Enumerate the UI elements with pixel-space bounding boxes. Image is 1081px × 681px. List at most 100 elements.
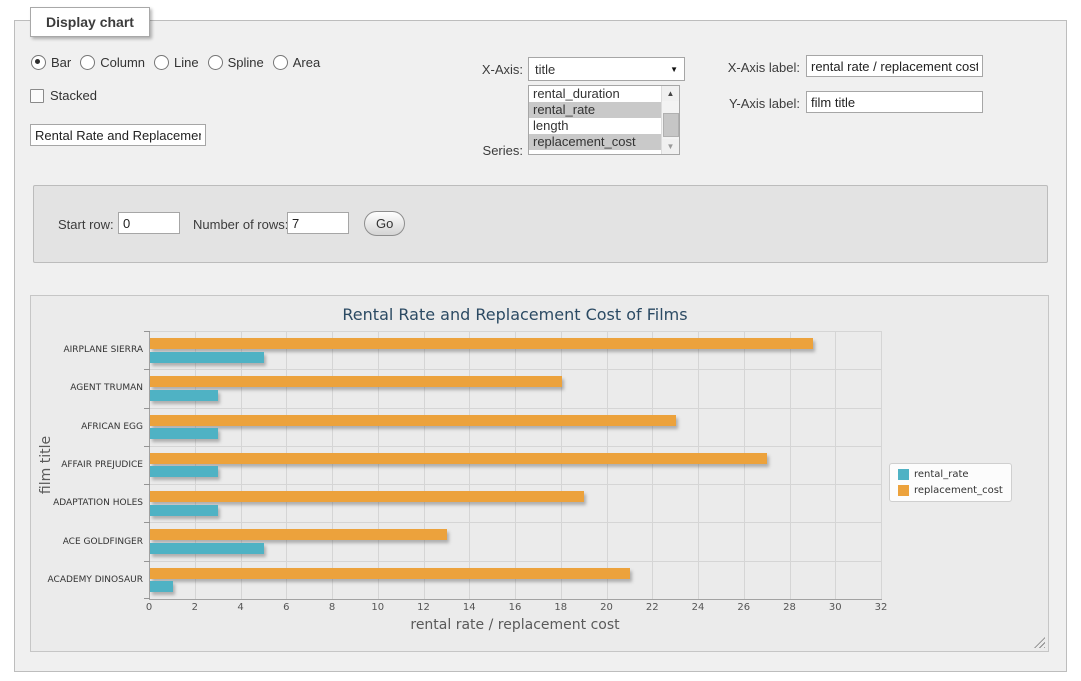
chart-title: Rental Rate and Replacement Cost of Film…	[149, 305, 881, 324]
radio-icon	[154, 55, 169, 70]
gridline	[150, 446, 882, 447]
chart-type-option-line[interactable]: Line	[154, 55, 199, 70]
x-tick-label: 18	[536, 602, 586, 613]
x-tick-label: 32	[856, 602, 906, 613]
legend-swatch	[898, 485, 909, 496]
axis-tick	[144, 446, 150, 447]
chart-type-option-column[interactable]: Column	[80, 55, 145, 70]
chart-container: Rental Rate and Replacement Cost of Film…	[30, 295, 1049, 652]
x-tick-label: 4	[216, 602, 266, 613]
radio-icon	[208, 55, 223, 70]
radio-icon	[31, 55, 46, 70]
y-axis-title-wrap: film title	[33, 331, 59, 599]
bar-replacement_cost[interactable]	[150, 453, 767, 464]
gridline	[150, 369, 882, 370]
bar-rental_rate[interactable]	[150, 543, 264, 554]
num-rows-input[interactable]	[287, 212, 349, 234]
chart-type-label: Area	[293, 55, 320, 70]
scroll-up-icon[interactable]: ▲	[662, 86, 679, 101]
radio-icon	[273, 55, 288, 70]
gridline	[515, 331, 516, 599]
gridline	[469, 331, 470, 599]
chart-type-option-bar[interactable]: Bar	[31, 55, 71, 70]
num-rows-label: Number of rows:	[193, 217, 288, 232]
scroll-down-icon[interactable]: ▼	[662, 139, 679, 154]
chart-title-input[interactable]	[30, 124, 206, 146]
bar-rental_rate[interactable]	[150, 466, 218, 477]
chart-type-label: Line	[174, 55, 199, 70]
stacked-checkbox[interactable]	[30, 89, 44, 103]
chart-type-option-spline[interactable]: Spline	[208, 55, 264, 70]
y-axis-label-input[interactable]	[806, 91, 983, 113]
axis-tick	[144, 331, 150, 332]
bar-rental_rate[interactable]	[150, 390, 218, 401]
gridline	[698, 331, 699, 599]
x-tick-label: 28	[765, 602, 815, 613]
gridline	[332, 331, 333, 599]
gridline	[744, 331, 745, 599]
chart-type-label: Spline	[228, 55, 264, 70]
start-row-input[interactable]	[118, 212, 180, 234]
axis-tick	[144, 484, 150, 485]
gridline	[607, 331, 608, 599]
gridline	[835, 331, 836, 599]
axis-tick	[144, 408, 150, 409]
bar-replacement_cost[interactable]	[150, 376, 562, 387]
x-tick-label: 6	[261, 602, 311, 613]
bar-rental_rate[interactable]	[150, 428, 218, 439]
axis-tick	[144, 522, 150, 523]
x-tick-label: 24	[673, 602, 723, 613]
legend-item-replacement_cost[interactable]: replacement_cost	[898, 485, 1003, 496]
chevron-down-icon: ▼	[670, 65, 678, 74]
x-axis-select[interactable]: title ▼	[528, 57, 685, 81]
series-option[interactable]: rental_rate	[529, 102, 662, 118]
bar-rental_rate[interactable]	[150, 352, 264, 363]
x-tick-label: 20	[582, 602, 632, 613]
gridline	[150, 522, 882, 523]
axis-tick	[144, 561, 150, 562]
bar-rental_rate[interactable]	[150, 581, 173, 592]
bar-replacement_cost[interactable]	[150, 529, 447, 540]
plot-area	[149, 331, 882, 600]
axis-tick	[144, 369, 150, 370]
gridline	[790, 331, 791, 599]
scrollbar-thumb[interactable]	[663, 113, 679, 137]
gridline	[150, 561, 882, 562]
chart-legend: rental_rate replacement_cost	[889, 463, 1012, 502]
listbox-scrollbar[interactable]: ▲ ▼	[661, 86, 679, 154]
x-tick-label: 10	[353, 602, 403, 613]
legend-item-rental_rate[interactable]: rental_rate	[898, 469, 1003, 480]
bar-replacement_cost[interactable]	[150, 491, 584, 502]
x-tick-label: 26	[719, 602, 769, 613]
x-axis-select-label: X-Axis:	[440, 62, 523, 77]
series-listbox[interactable]: rental_durationrental_ratelengthreplacem…	[528, 85, 680, 155]
bar-replacement_cost[interactable]	[150, 338, 813, 349]
gridline	[286, 331, 287, 599]
resize-handle-icon[interactable]	[1034, 637, 1045, 648]
series-option[interactable]: rental_duration	[529, 86, 662, 102]
gridline	[241, 331, 242, 599]
bar-rental_rate[interactable]	[150, 505, 218, 516]
x-tick-label: 2	[170, 602, 220, 613]
chart-type-option-area[interactable]: Area	[273, 55, 320, 70]
stacked-row: Stacked	[30, 88, 97, 103]
x-tick-label: 0	[124, 602, 174, 613]
y-axis-label-caption: Y-Axis label:	[714, 96, 800, 111]
go-button[interactable]: Go	[364, 211, 405, 236]
x-tick-label: 16	[490, 602, 540, 613]
bar-replacement_cost[interactable]	[150, 568, 630, 579]
legend-label: replacement_cost	[914, 485, 1003, 496]
bar-replacement_cost[interactable]	[150, 415, 676, 426]
legend-label: rental_rate	[914, 469, 969, 480]
stacked-label: Stacked	[50, 88, 97, 103]
y-axis-title: film title	[38, 436, 54, 494]
x-tick-label: 12	[399, 602, 449, 613]
gridline	[150, 331, 882, 332]
x-axis-label-input[interactable]	[806, 55, 983, 77]
chart-type-label: Column	[100, 55, 145, 70]
series-option[interactable]: replacement_cost	[529, 134, 662, 150]
series-option[interactable]: length	[529, 118, 662, 134]
x-axis-title: rental rate / replacement cost	[149, 617, 881, 633]
x-tick-label: 8	[307, 602, 357, 613]
rows-panel: Start row: Number of rows: Go	[33, 185, 1048, 263]
